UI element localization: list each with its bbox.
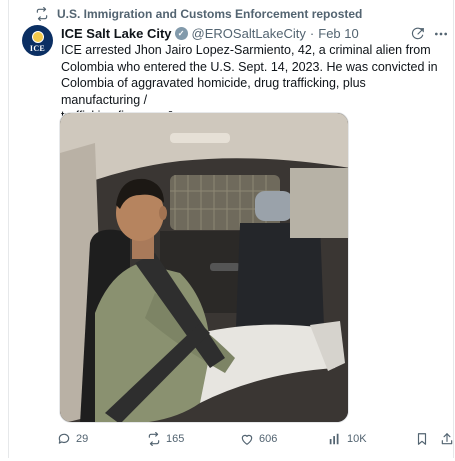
share-button[interactable] bbox=[440, 432, 455, 446]
repost-button[interactable]: 165 bbox=[147, 432, 184, 446]
separator-dot: · bbox=[309, 26, 315, 41]
repost-context[interactable]: U.S. Immigration and Customs Enforcement… bbox=[35, 7, 362, 21]
tweet-header: ICE Salt Lake City ✓ @EROSaltLakeCity · … bbox=[61, 26, 359, 41]
views-icon bbox=[329, 433, 339, 445]
views-count: 10K bbox=[347, 433, 367, 445]
share-icon bbox=[441, 433, 453, 445]
tweet-text-line: Colombia of aggravated homicide, drug tr… bbox=[61, 76, 366, 107]
avatar[interactable]: ICE bbox=[22, 25, 53, 56]
post-date[interactable]: Feb 10 bbox=[318, 26, 358, 41]
tweet-text-line: Colombia who entered the U.S. Sept. 14, … bbox=[61, 59, 438, 74]
repost-count: 165 bbox=[166, 433, 185, 445]
action-bar: 29 165 606 10K bbox=[57, 432, 455, 452]
bookmark-button[interactable] bbox=[415, 432, 434, 446]
grok-icon[interactable] bbox=[411, 27, 425, 41]
display-name[interactable]: ICE Salt Lake City bbox=[61, 26, 172, 41]
user-handle[interactable]: @EROSaltLakeCity bbox=[192, 26, 306, 41]
reply-button[interactable]: 29 bbox=[57, 432, 88, 446]
tweet-card[interactable]: U.S. Immigration and Customs Enforcement… bbox=[8, 0, 454, 458]
tweet-photo[interactable] bbox=[59, 112, 349, 423]
agency-seal-icon bbox=[31, 30, 44, 43]
photo-illustration bbox=[60, 113, 348, 422]
reply-icon bbox=[58, 433, 70, 444]
like-button[interactable]: 606 bbox=[240, 432, 277, 446]
reply-count: 29 bbox=[76, 433, 89, 445]
repost-icon bbox=[36, 7, 48, 21]
repost-label: U.S. Immigration and Customs Enforcement… bbox=[57, 7, 363, 21]
views-button[interactable]: 10K bbox=[328, 432, 367, 446]
avatar-text: ICE bbox=[29, 43, 46, 53]
more-options-icon[interactable] bbox=[433, 26, 449, 42]
bookmark-icon bbox=[417, 433, 427, 445]
repost-icon bbox=[148, 432, 160, 446]
like-count: 606 bbox=[259, 433, 278, 445]
verified-badge-icon[interactable]: ✓ bbox=[174, 27, 188, 40]
tweet-text-line: ICE arrested Jhon Jairo Lopez-Sarmiento,… bbox=[61, 43, 431, 57]
heart-icon bbox=[241, 434, 253, 445]
